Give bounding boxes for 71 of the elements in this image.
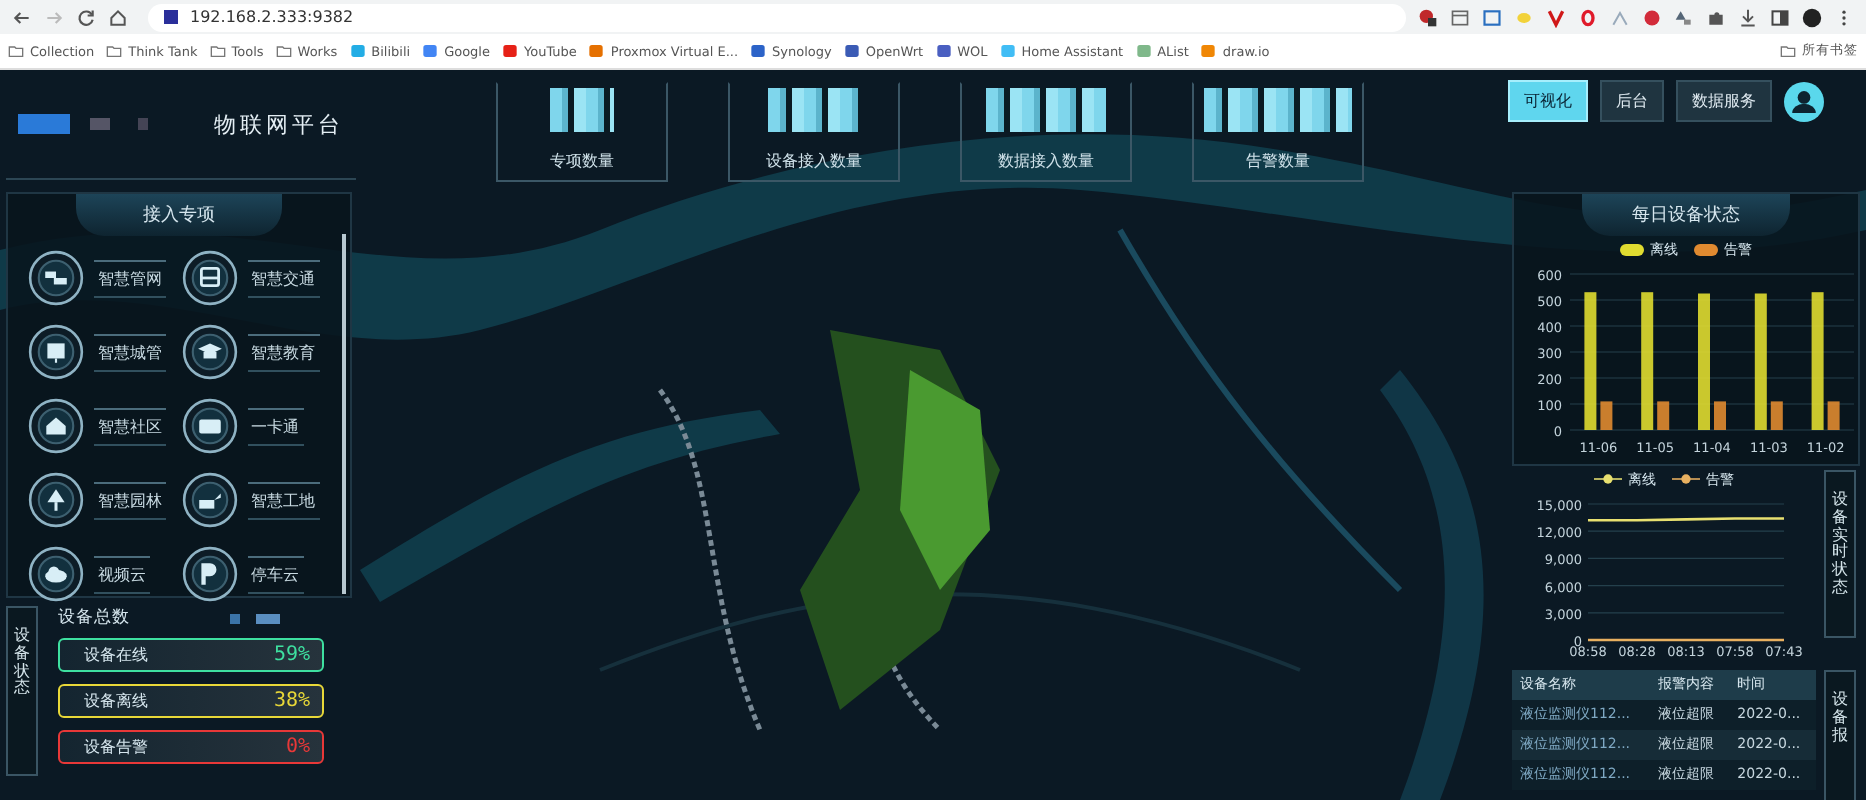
access-item[interactable]: 智慧园林 bbox=[28, 470, 181, 530]
status-label: 设备告警 bbox=[84, 736, 148, 758]
legend-icon bbox=[1620, 243, 1644, 255]
screenshot-icon[interactable] bbox=[1482, 7, 1502, 27]
stat-label: 告警数量 bbox=[1246, 150, 1310, 172]
nav-tab[interactable]: 数据服务 bbox=[1676, 80, 1772, 122]
folder-icon bbox=[106, 44, 123, 58]
stat-label: 设备接入数量 bbox=[766, 150, 862, 172]
bar bbox=[1827, 401, 1840, 430]
window-icon[interactable] bbox=[1450, 7, 1470, 27]
scrollbar[interactable] bbox=[342, 234, 346, 594]
alarm-tab[interactable]: 设备报 bbox=[1824, 670, 1856, 800]
nav-tab[interactable]: 可视化 bbox=[1508, 80, 1588, 122]
card-icon bbox=[181, 398, 237, 454]
access-item[interactable]: 智慧教育 bbox=[181, 322, 334, 382]
nav-tab[interactable]: 后台 bbox=[1600, 80, 1664, 122]
folder-icon bbox=[8, 44, 24, 58]
access-item[interactable]: 视频云 bbox=[28, 544, 181, 604]
bar bbox=[1770, 401, 1783, 430]
folder-icon bbox=[209, 44, 226, 58]
stat-label: 专项数量 bbox=[550, 150, 614, 172]
folder-icon bbox=[275, 44, 292, 58]
section-title: 设备总数 bbox=[58, 606, 130, 630]
user-avatar-icon[interactable] bbox=[1784, 81, 1824, 121]
access-item[interactable]: 智慧管网 bbox=[28, 248, 181, 308]
pixelated-value bbox=[550, 88, 614, 132]
legend-icon bbox=[1672, 472, 1700, 486]
realtime-status-tab[interactable]: 设备实时状态 bbox=[1824, 470, 1856, 638]
status-label: 设备在线 bbox=[84, 644, 148, 666]
sidebar-icon[interactable] bbox=[1770, 7, 1790, 27]
bar bbox=[1657, 401, 1670, 430]
access-item[interactable]: 智慧社区 bbox=[28, 396, 181, 456]
graduation-cap-icon bbox=[181, 324, 237, 380]
house-icon bbox=[28, 398, 84, 454]
status-percent: 59% bbox=[273, 644, 310, 666]
legend-icon bbox=[1694, 243, 1718, 255]
download-icon[interactable] bbox=[1738, 7, 1758, 27]
platform-title: 物联网平台 bbox=[214, 109, 344, 139]
bar bbox=[1714, 401, 1726, 430]
logo-icon bbox=[14, 110, 154, 138]
status-percent: 38% bbox=[273, 690, 310, 712]
access-item[interactable]: 一卡通 bbox=[181, 396, 334, 456]
site-favicon-icon bbox=[164, 10, 178, 24]
folder-icon bbox=[1780, 44, 1796, 58]
address-bar[interactable]: 192.168.2.333:9382 bbox=[148, 3, 1406, 31]
bar bbox=[1811, 292, 1824, 430]
legend-icon bbox=[256, 613, 280, 623]
panel-title: 接入专项 bbox=[76, 194, 282, 236]
bar bbox=[1584, 292, 1597, 430]
status-label: 设备离线 bbox=[84, 690, 148, 712]
reload-icon[interactable] bbox=[76, 7, 96, 27]
status-percent: 0% bbox=[285, 736, 310, 758]
panel-title: 每日设备状态 bbox=[1582, 194, 1790, 236]
access-item[interactable]: 智慧交通 bbox=[181, 248, 334, 308]
back-icon[interactable] bbox=[12, 7, 32, 27]
access-item[interactable]: 停车云 bbox=[181, 544, 334, 604]
pixelated-value bbox=[986, 88, 1106, 132]
stat-label: 数据接入数量 bbox=[998, 150, 1094, 172]
pixelated-value bbox=[768, 88, 860, 132]
tree-icon bbox=[28, 472, 84, 528]
access-item[interactable]: 智慧工地 bbox=[181, 470, 334, 530]
access-item[interactable]: 智慧城管 bbox=[28, 322, 181, 382]
bar bbox=[1754, 293, 1767, 430]
device-status-tab[interactable]: 设备状态 bbox=[6, 606, 38, 776]
bar bbox=[1698, 293, 1710, 430]
bar bbox=[1641, 292, 1654, 430]
legend-icon bbox=[1594, 472, 1622, 486]
bar bbox=[1600, 401, 1613, 430]
legend-icon bbox=[230, 613, 240, 623]
profile-avatar-icon[interactable] bbox=[1802, 7, 1822, 27]
home-icon[interactable] bbox=[108, 7, 128, 27]
